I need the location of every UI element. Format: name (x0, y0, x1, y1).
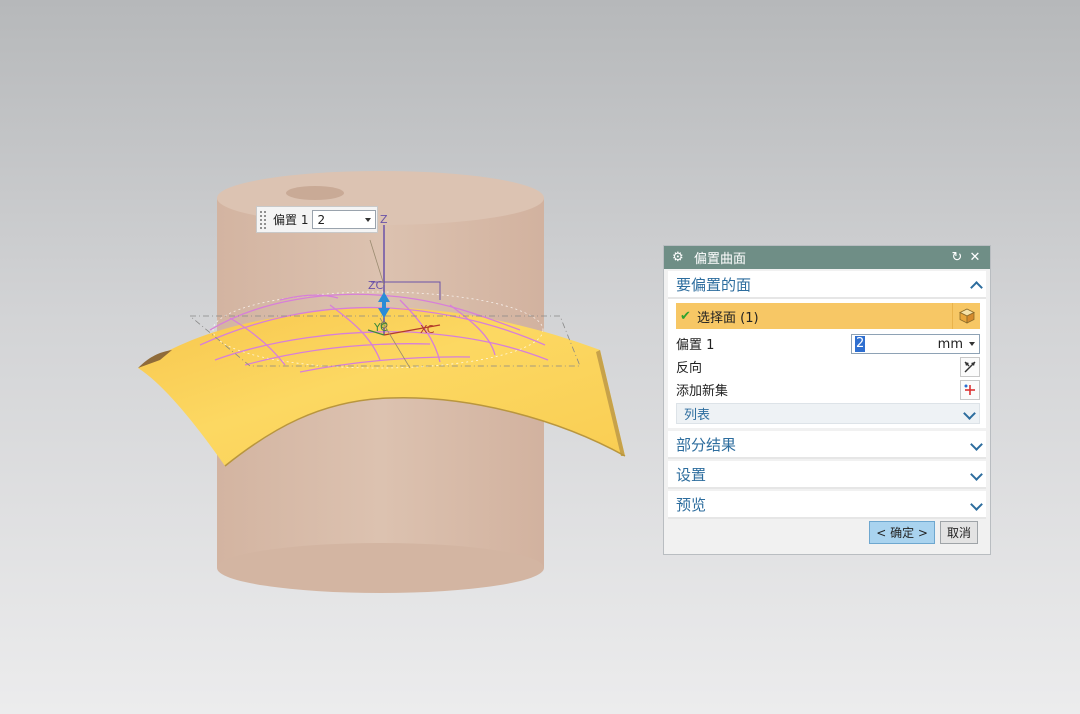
drag-handle[interactable] (259, 209, 267, 230)
axis-yc-label: YC (374, 321, 388, 334)
list-header[interactable]: 列表 (676, 403, 980, 424)
axis-z-label: Z (380, 213, 388, 226)
ok-button[interactable]: < 确定 > (869, 521, 935, 544)
section-partial-title: 部分结果 (676, 435, 737, 454)
add-set-icon (964, 384, 975, 395)
cancel-button[interactable]: 取消 (939, 521, 978, 544)
section-faces-title: 要偏置的面 (676, 275, 752, 294)
chevron-down-icon[interactable] (971, 470, 980, 479)
select-face-row[interactable]: ✔ 选择面 (1) (676, 303, 980, 329)
section-faces-header[interactable]: 要偏置的面 (668, 271, 986, 299)
select-face-label: 选择面 (1) (697, 310, 759, 326)
section-preview-title: 预览 (676, 495, 707, 514)
offset-unit: mm (937, 336, 963, 352)
offset-row: 偏置 1 2 mm (676, 332, 980, 355)
reverse-label: 反向 (676, 361, 703, 376)
reverse-row: 反向 (676, 355, 980, 378)
section-settings[interactable]: 设置 (668, 461, 986, 489)
floating-offset-widget[interactable]: 偏置 1 2 (256, 206, 378, 233)
close-icon[interactable]: ✕ (966, 250, 984, 265)
reverse-direction-button[interactable] (960, 357, 980, 377)
dialog-title: 偏置曲面 (694, 252, 747, 267)
reverse-direction-icon (964, 361, 976, 373)
chevron-down-icon[interactable] (964, 409, 973, 418)
cylinder-hole (286, 186, 344, 200)
add-set-label: 添加新集 (676, 384, 729, 399)
axis-xc-label: XC (420, 323, 435, 336)
check-icon: ✔ (680, 308, 691, 324)
floating-offset-label: 偏置 1 (273, 213, 309, 227)
add-set-row: 添加新集 (676, 378, 980, 401)
offset-label: 偏置 1 (676, 338, 715, 353)
dialog-title-bar[interactable]: ⚙ 偏置曲面 ↻ ✕ (664, 246, 990, 269)
section-partial-results[interactable]: 部分结果 (668, 431, 986, 459)
offset-surface-dialog: ⚙ 偏置曲面 ↻ ✕ 要偏置的面 ✔ 选择面 (1) 偏置 1 2 mm 反向 … (663, 245, 991, 555)
list-label: 列表 (684, 408, 711, 423)
offset-value-input[interactable]: 2 mm (851, 334, 980, 354)
section-preview[interactable]: 预览 (668, 491, 986, 519)
dropdown-arrow-icon[interactable] (365, 217, 372, 222)
section-faces-to-offset: 要偏置的面 ✔ 选择面 (1) 偏置 1 2 mm 反向 添加新集 列表 (668, 271, 986, 428)
dialog-footer: < 确定 > 取消 (869, 521, 978, 544)
chevron-up-icon[interactable] (971, 280, 980, 289)
reset-icon[interactable]: ↻ (948, 250, 966, 265)
unit-dropdown-icon[interactable] (969, 342, 975, 346)
gear-icon[interactable]: ⚙ (672, 250, 688, 265)
chevron-down-icon[interactable] (971, 500, 980, 509)
floating-offset-value: 2 (317, 212, 326, 227)
axis-zc-label: ZC (368, 279, 384, 292)
cube-icon (958, 308, 975, 324)
add-new-set-button[interactable] (960, 380, 980, 400)
face-selector-button[interactable] (952, 303, 980, 329)
chevron-down-icon[interactable] (971, 440, 980, 449)
section-settings-title: 设置 (676, 465, 707, 484)
offset-value: 2 (855, 336, 866, 352)
floating-offset-input[interactable]: 2 (312, 210, 377, 229)
